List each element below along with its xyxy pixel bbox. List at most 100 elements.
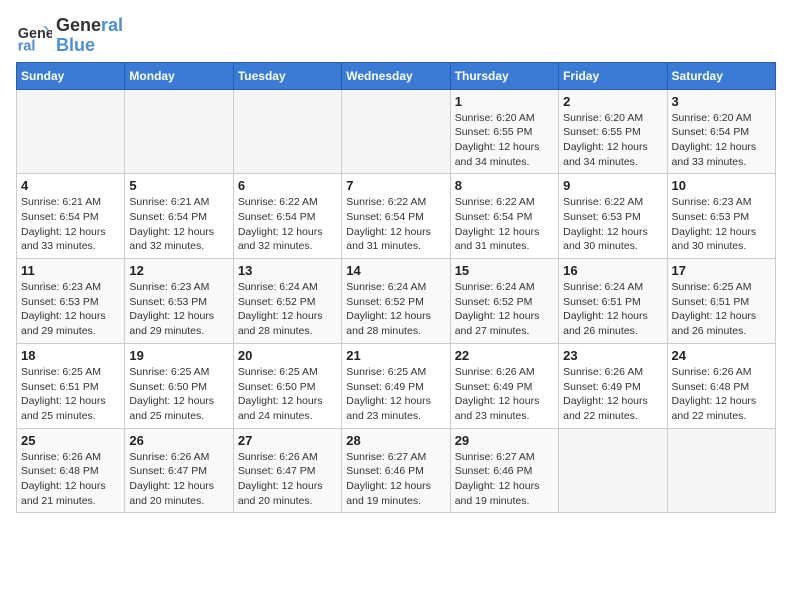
calendar-cell <box>233 89 341 174</box>
day-number: 4 <box>21 178 120 193</box>
calendar-cell <box>342 89 450 174</box>
calendar-cell <box>125 89 233 174</box>
calendar-cell: 4 Sunrise: 6:21 AM Sunset: 6:54 PM Daylig… <box>17 174 125 259</box>
day-info: Sunrise: 6:26 AM Sunset: 6:47 PM Dayligh… <box>129 450 228 509</box>
calendar-cell: 22Sunrise: 6:26 AM Sunset: 6:49 PM Dayli… <box>450 343 558 428</box>
calendar-cell: 29 Sunrise: 6:27 AM Sunset: 6:46 PM Dayli… <box>450 428 558 513</box>
day-number: 6 <box>238 178 337 193</box>
calendar-cell: 20 Sunrise: 6:25 AM Sunset: 6:50 PM Dayli… <box>233 343 341 428</box>
page-header: Gene ral General Blue <box>16 16 776 56</box>
calendar-cell: 21 Sunrise: 6:25 AM Sunset: 6:49 PM Dayli… <box>342 343 450 428</box>
day-info: Sunrise: 6:26 AM Sunset: 6:48 PM Dayligh… <box>672 365 771 424</box>
day-number: 9 <box>563 178 662 193</box>
day-number: 7 <box>346 178 445 193</box>
calendar-cell: 1Sunrise: 6:20 AM Sunset: 6:55 PM Daylig… <box>450 89 558 174</box>
days-of-week-row: SundayMondayTuesdayWednesdayThursdayFrid… <box>17 62 776 89</box>
svg-text:ral: ral <box>18 38 36 54</box>
day-number: 25 <box>21 433 120 448</box>
day-number: 12 <box>129 263 228 278</box>
day-of-week-header: Wednesday <box>342 62 450 89</box>
day-info: Sunrise: 6:22 AM Sunset: 6:54 PM Dayligh… <box>455 195 554 254</box>
day-info: Sunrise: 6:26 AM Sunset: 6:47 PM Dayligh… <box>238 450 337 509</box>
day-number: 21 <box>346 348 445 363</box>
day-info: Sunrise: 6:25 AM Sunset: 6:49 PM Dayligh… <box>346 365 445 424</box>
calendar-cell: 7Sunrise: 6:22 AM Sunset: 6:54 PM Daylig… <box>342 174 450 259</box>
calendar-week-row: 4 Sunrise: 6:21 AM Sunset: 6:54 PM Daylig… <box>17 174 776 259</box>
day-number: 11 <box>21 263 120 278</box>
day-number: 16 <box>563 263 662 278</box>
logo-blue-word: Blue <box>56 35 95 55</box>
calendar-cell: 24Sunrise: 6:26 AM Sunset: 6:48 PM Dayli… <box>667 343 775 428</box>
calendar-cell: 5 Sunrise: 6:21 AM Sunset: 6:54 PM Daylig… <box>125 174 233 259</box>
day-info: Sunrise: 6:26 AM Sunset: 6:49 PM Dayligh… <box>563 365 662 424</box>
day-number: 10 <box>672 178 771 193</box>
day-number: 17 <box>672 263 771 278</box>
day-info: Sunrise: 6:20 AM Sunset: 6:54 PM Dayligh… <box>672 111 771 170</box>
day-number: 19 <box>129 348 228 363</box>
day-info: Sunrise: 6:25 AM Sunset: 6:50 PM Dayligh… <box>238 365 337 424</box>
calendar-cell: 19 Sunrise: 6:25 AM Sunset: 6:50 PM Dayli… <box>125 343 233 428</box>
day-number: 13 <box>238 263 337 278</box>
calendar-cell: 25 Sunrise: 6:26 AM Sunset: 6:48 PM Dayli… <box>17 428 125 513</box>
day-info: Sunrise: 6:26 AM Sunset: 6:49 PM Dayligh… <box>455 365 554 424</box>
day-number: 23 <box>563 348 662 363</box>
calendar-cell: 3 Sunrise: 6:20 AM Sunset: 6:54 PM Daylig… <box>667 89 775 174</box>
day-info: Sunrise: 6:23 AM Sunset: 6:53 PM Dayligh… <box>21 280 120 339</box>
day-info: Sunrise: 6:21 AM Sunset: 6:54 PM Dayligh… <box>21 195 120 254</box>
calendar-header: SundayMondayTuesdayWednesdayThursdayFrid… <box>17 62 776 89</box>
calendar-cell: 26 Sunrise: 6:26 AM Sunset: 6:47 PM Dayli… <box>125 428 233 513</box>
day-number: 26 <box>129 433 228 448</box>
calendar-cell: 17 Sunrise: 6:25 AM Sunset: 6:51 PM Dayli… <box>667 259 775 344</box>
calendar-cell: 15 Sunrise: 6:24 AM Sunset: 6:52 PM Dayli… <box>450 259 558 344</box>
day-info: Sunrise: 6:22 AM Sunset: 6:53 PM Dayligh… <box>563 195 662 254</box>
calendar-cell: 27 Sunrise: 6:26 AM Sunset: 6:47 PM Dayli… <box>233 428 341 513</box>
day-number: 14 <box>346 263 445 278</box>
day-info: Sunrise: 6:23 AM Sunset: 6:53 PM Dayligh… <box>129 280 228 339</box>
calendar-week-row: 25 Sunrise: 6:26 AM Sunset: 6:48 PM Dayli… <box>17 428 776 513</box>
calendar-cell: 16 Sunrise: 6:24 AM Sunset: 6:51 PM Dayli… <box>559 259 667 344</box>
calendar-cell: 6 Sunrise: 6:22 AM Sunset: 6:54 PM Daylig… <box>233 174 341 259</box>
day-number: 15 <box>455 263 554 278</box>
day-info: Sunrise: 6:27 AM Sunset: 6:46 PM Dayligh… <box>455 450 554 509</box>
calendar-cell <box>667 428 775 513</box>
calendar-cell: 18 Sunrise: 6:25 AM Sunset: 6:51 PM Dayli… <box>17 343 125 428</box>
day-number: 29 <box>455 433 554 448</box>
logo-icon: Gene ral <box>16 18 52 54</box>
day-info: Sunrise: 6:25 AM Sunset: 6:51 PM Dayligh… <box>21 365 120 424</box>
day-info: Sunrise: 6:25 AM Sunset: 6:50 PM Dayligh… <box>129 365 228 424</box>
day-number: 1 <box>455 94 554 109</box>
calendar-cell: 11 Sunrise: 6:23 AM Sunset: 6:53 PM Dayli… <box>17 259 125 344</box>
day-number: 28 <box>346 433 445 448</box>
day-number: 2 <box>563 94 662 109</box>
day-info: Sunrise: 6:21 AM Sunset: 6:54 PM Dayligh… <box>129 195 228 254</box>
day-info: Sunrise: 6:26 AM Sunset: 6:48 PM Dayligh… <box>21 450 120 509</box>
day-of-week-header: Saturday <box>667 62 775 89</box>
calendar-cell: 8 Sunrise: 6:22 AM Sunset: 6:54 PM Daylig… <box>450 174 558 259</box>
calendar-table: SundayMondayTuesdayWednesdayThursdayFrid… <box>16 62 776 514</box>
day-number: 3 <box>672 94 771 109</box>
calendar-cell: 14Sunrise: 6:24 AM Sunset: 6:52 PM Dayli… <box>342 259 450 344</box>
day-info: Sunrise: 6:20 AM Sunset: 6:55 PM Dayligh… <box>563 111 662 170</box>
calendar-cell: 23 Sunrise: 6:26 AM Sunset: 6:49 PM Dayli… <box>559 343 667 428</box>
logo-blue-text: ral <box>101 15 123 35</box>
day-number: 18 <box>21 348 120 363</box>
day-info: Sunrise: 6:24 AM Sunset: 6:52 PM Dayligh… <box>455 280 554 339</box>
calendar-cell: 12 Sunrise: 6:23 AM Sunset: 6:53 PM Dayli… <box>125 259 233 344</box>
day-info: Sunrise: 6:25 AM Sunset: 6:51 PM Dayligh… <box>672 280 771 339</box>
calendar-week-row: 18 Sunrise: 6:25 AM Sunset: 6:51 PM Dayli… <box>17 343 776 428</box>
day-number: 27 <box>238 433 337 448</box>
day-of-week-header: Tuesday <box>233 62 341 89</box>
calendar-cell <box>17 89 125 174</box>
day-number: 20 <box>238 348 337 363</box>
logo-text: General Blue <box>56 16 123 56</box>
day-info: Sunrise: 6:22 AM Sunset: 6:54 PM Dayligh… <box>238 195 337 254</box>
day-info: Sunrise: 6:24 AM Sunset: 6:51 PM Dayligh… <box>563 280 662 339</box>
day-of-week-header: Sunday <box>17 62 125 89</box>
day-of-week-header: Friday <box>559 62 667 89</box>
day-of-week-header: Monday <box>125 62 233 89</box>
calendar-cell: 28 Sunrise: 6:27 AM Sunset: 6:46 PM Dayli… <box>342 428 450 513</box>
day-number: 8 <box>455 178 554 193</box>
day-number: 5 <box>129 178 228 193</box>
calendar-cell <box>559 428 667 513</box>
day-info: Sunrise: 6:27 AM Sunset: 6:46 PM Dayligh… <box>346 450 445 509</box>
